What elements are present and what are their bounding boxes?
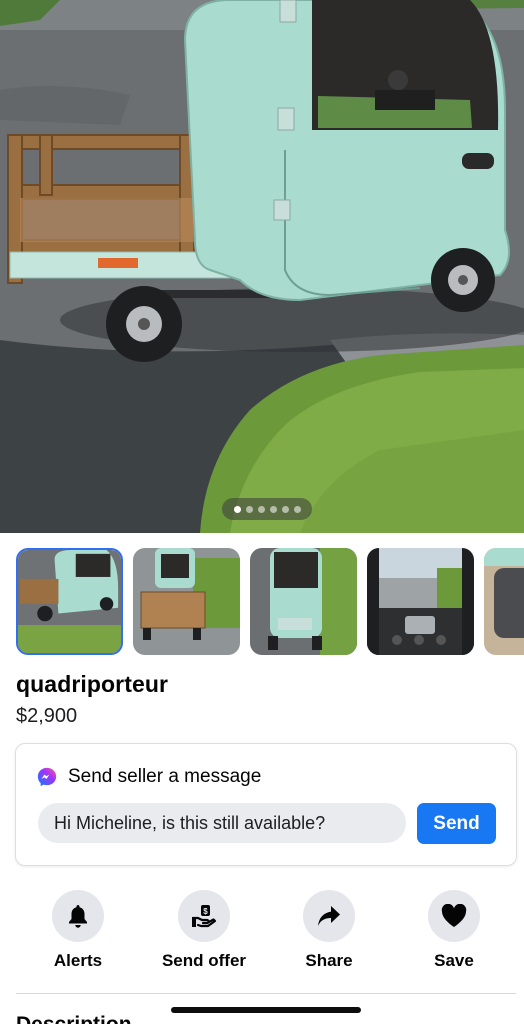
message-card-header: Send seller a message	[36, 766, 261, 788]
pagination-dot-active	[233, 505, 241, 513]
vehicle-photo	[0, 0, 524, 533]
svg-text:$: $	[203, 907, 208, 916]
share-arrow-icon	[318, 906, 340, 926]
heart-icon	[441, 904, 467, 927]
send-offer-button[interactable]: $ Send offer	[149, 890, 259, 971]
thumbnail-side-view[interactable]	[16, 548, 123, 655]
home-indicator[interactable]	[171, 1007, 361, 1013]
thumbnail-rear-cargo[interactable]	[133, 548, 240, 655]
send-offer-label: Send offer	[161, 951, 247, 970]
share-label: Share	[305, 951, 353, 970]
thumbnail-seat[interactable]	[484, 548, 524, 655]
alerts-icon-circle[interactable]	[52, 890, 104, 942]
pagination-dot	[257, 505, 265, 513]
listing-action-row: Alerts $ Send offer Share Save	[0, 890, 524, 980]
bell-icon	[69, 905, 87, 928]
photo-thumbnail-strip[interactable]	[16, 548, 524, 656]
alerts-label: Alerts	[53, 951, 103, 970]
pagination-dot	[281, 505, 289, 513]
description-heading: Description	[16, 1013, 132, 1024]
send-message-button[interactable]: Send	[417, 803, 496, 844]
share-icon-circle[interactable]	[303, 890, 355, 942]
alerts-button[interactable]: Alerts	[23, 890, 133, 971]
send-seller-message-card: Send seller a message Send	[15, 743, 517, 866]
offer-hand-icon: $	[191, 905, 217, 928]
message-input[interactable]	[38, 803, 406, 843]
pagination-dot	[293, 505, 301, 513]
listing-hero-photo[interactable]	[0, 0, 524, 533]
section-divider	[16, 993, 516, 994]
thumbnail-dashboard[interactable]	[367, 548, 474, 655]
thumbnail-rear-view[interactable]	[250, 548, 357, 655]
save-icon-circle[interactable]	[428, 890, 480, 942]
listing-price: $2,900	[16, 705, 78, 727]
pagination-dot	[269, 505, 277, 513]
send-offer-icon-circle[interactable]: $	[178, 890, 230, 942]
save-button[interactable]: Save	[399, 890, 509, 971]
pagination-dot	[245, 505, 253, 513]
listing-title: quadriporteur	[16, 671, 169, 697]
share-button[interactable]: Share	[274, 890, 384, 971]
save-label: Save	[434, 951, 474, 970]
message-card-heading: Send seller a message	[68, 766, 262, 787]
photo-pagination	[222, 498, 312, 520]
messenger-icon	[37, 767, 57, 787]
